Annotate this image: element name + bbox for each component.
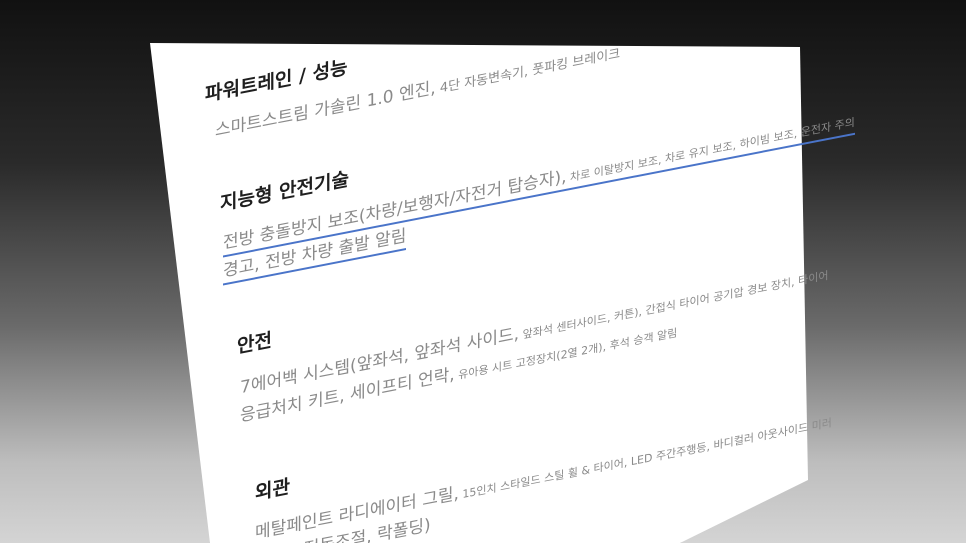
photo-scene: 파워트레인 / 성능 스마트스트림 가솔린 1.0 엔진, 4단 자동변속기, … [0, 0, 966, 543]
